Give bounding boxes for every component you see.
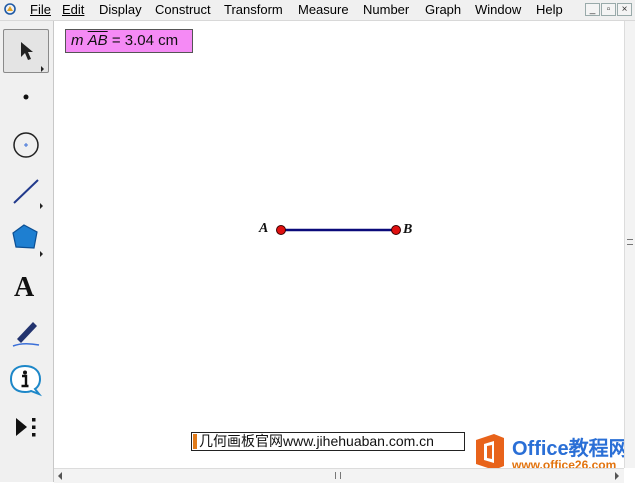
point-a-label[interactable]: A <box>259 221 268 237</box>
vertical-scrollbar[interactable] <box>624 21 635 468</box>
scroll-grip-icon <box>627 239 633 245</box>
scroll-left-icon <box>58 472 62 480</box>
scroll-right-icon <box>615 472 619 480</box>
caption-text: 几何画板官网www.jihehuaban.com.cn <box>199 433 434 449</box>
segment-ab-drawing <box>276 225 401 235</box>
point-a[interactable] <box>276 225 286 235</box>
point-b[interactable] <box>391 225 401 235</box>
caption-text-box[interactable]: 几何画板官网www.jihehuaban.com.cn <box>191 432 465 451</box>
caption-marker <box>193 433 197 449</box>
horizontal-scrollbar[interactable] <box>54 468 624 483</box>
point-b-label[interactable]: B <box>403 222 412 238</box>
scroll-grip-icon <box>335 472 341 479</box>
office-logo-icon <box>476 434 504 470</box>
watermark-title: Office教程网 <box>512 438 629 460</box>
